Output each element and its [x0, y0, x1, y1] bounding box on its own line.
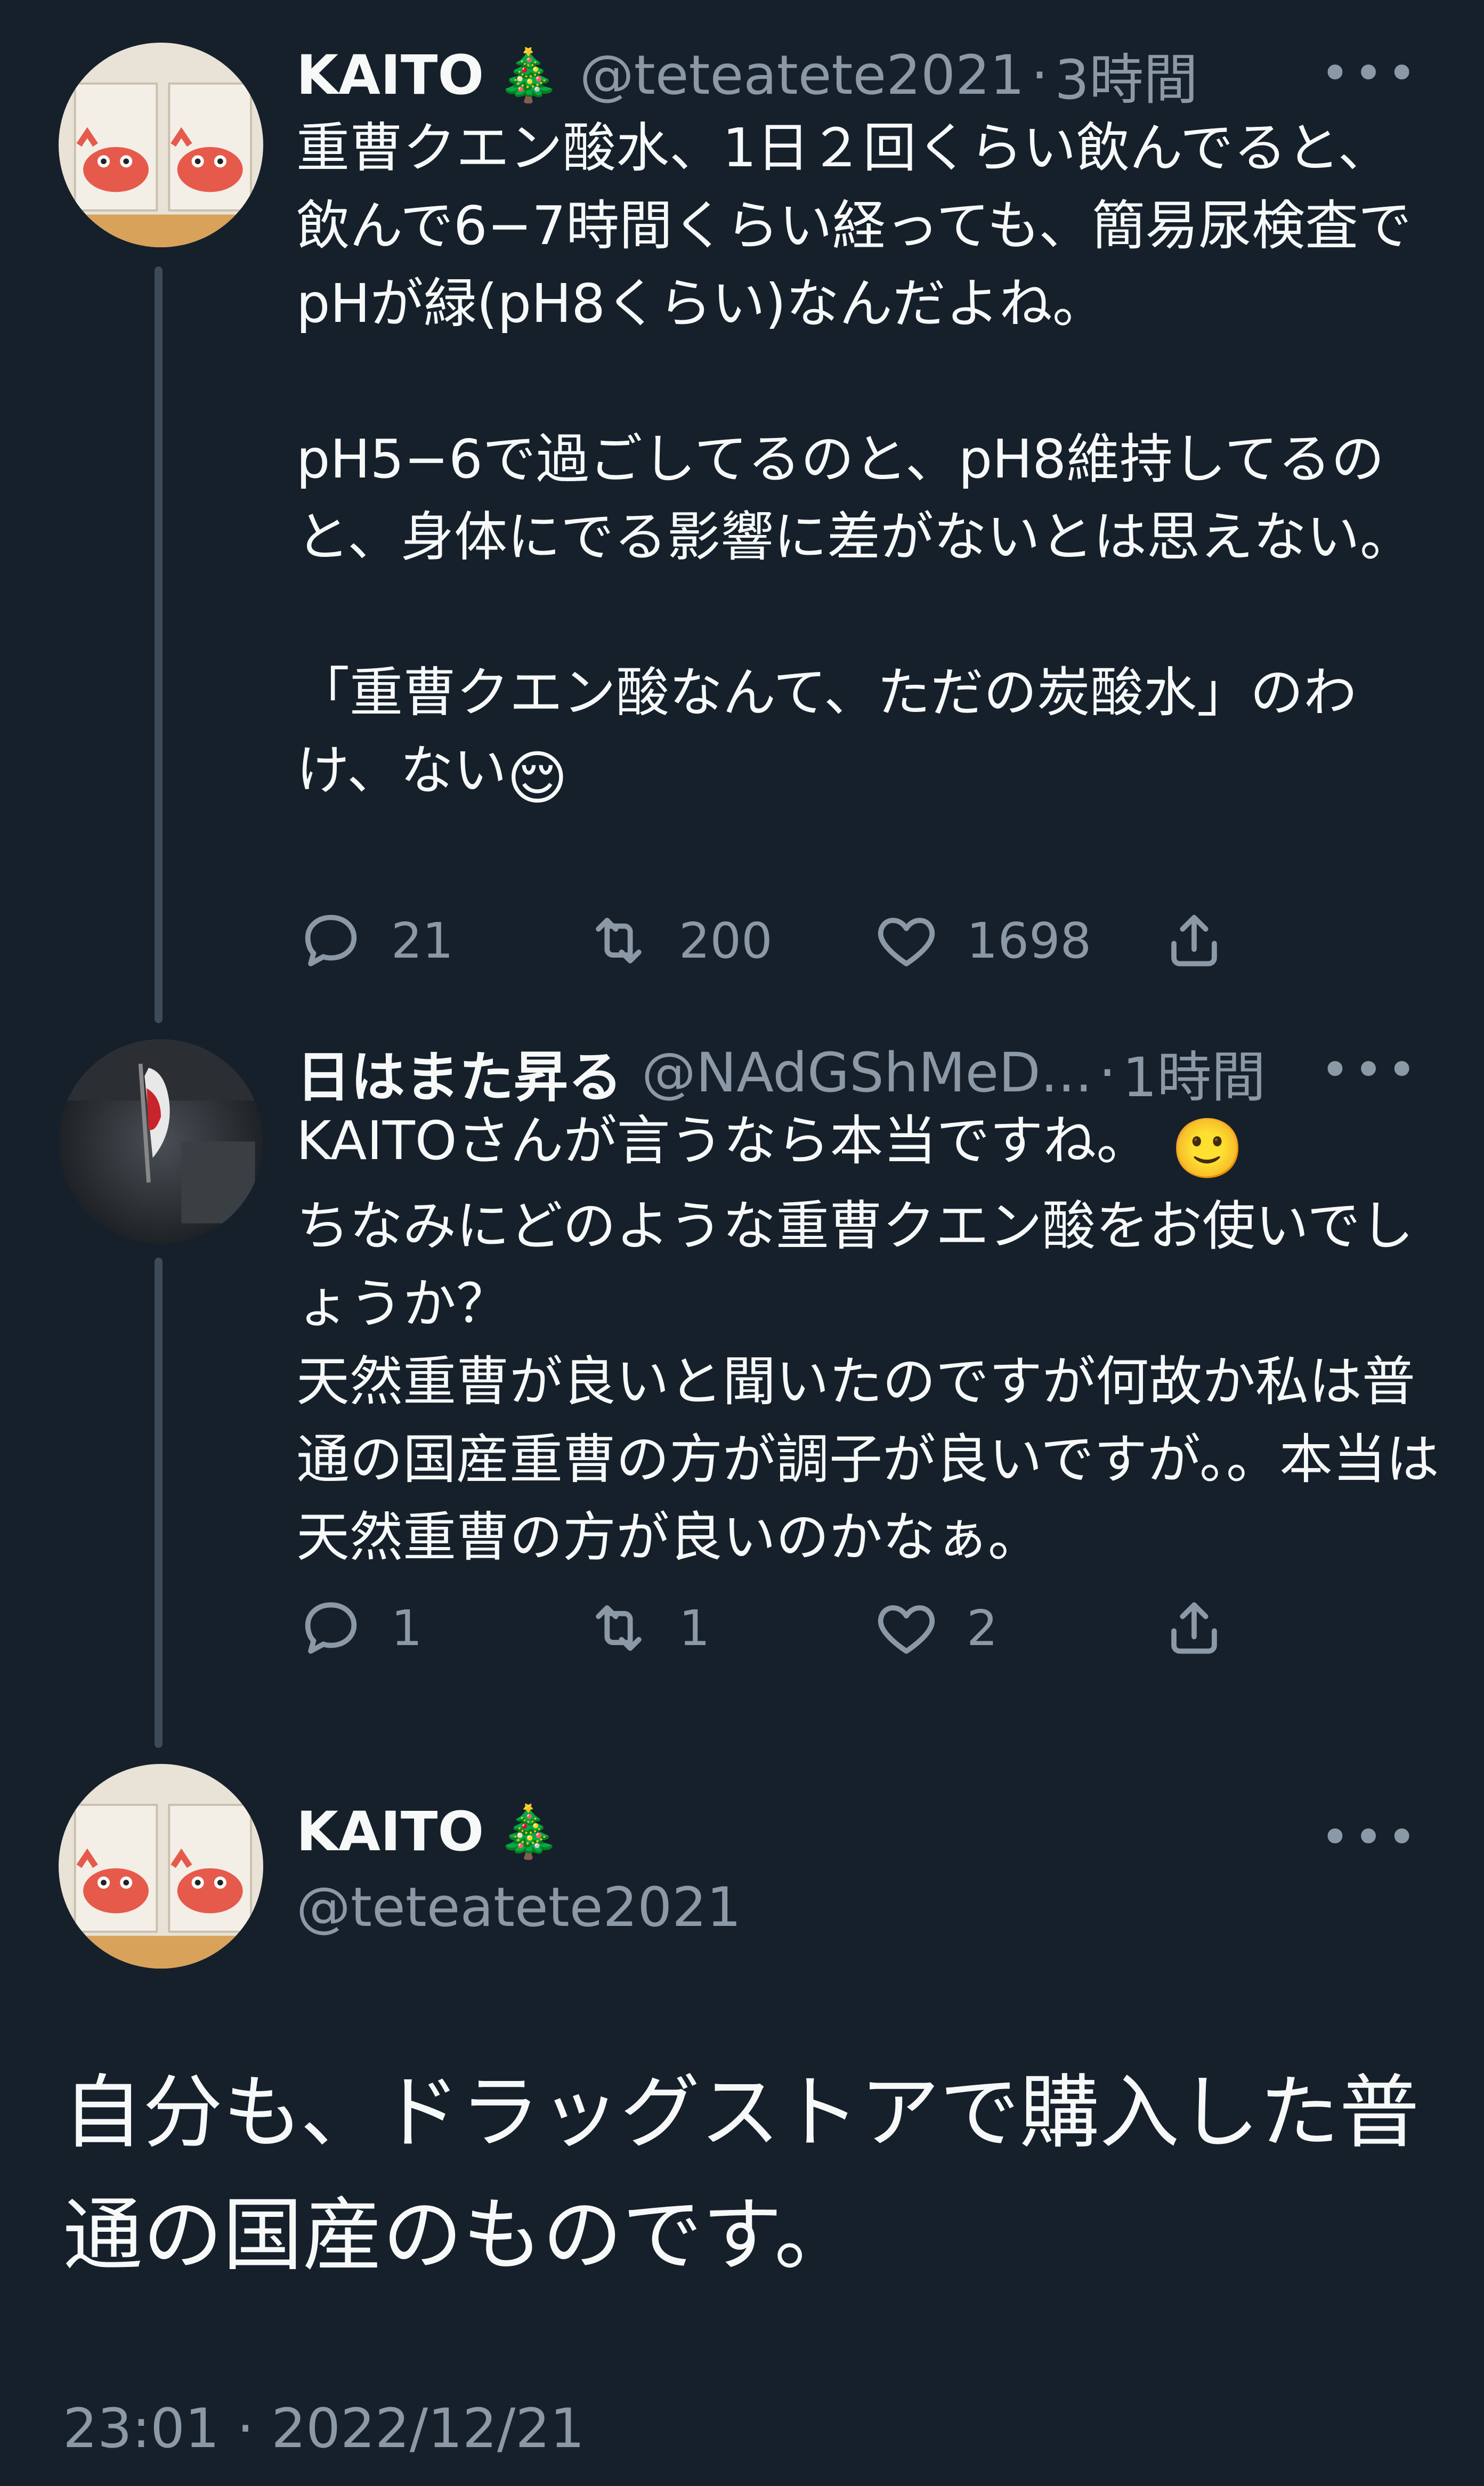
like-button[interactable]: 2 — [872, 1593, 998, 1663]
handle[interactable]: @teteatete2021 — [296, 1876, 741, 1939]
like-count: 1698 — [967, 912, 1092, 969]
avatar-kaito[interactable] — [59, 43, 263, 247]
tweet-text-content: 重曹クエン酸水、1日２回くらい飲んでると、飲んで6−7時間くらい経っても、簡易尿… — [296, 117, 1413, 801]
christmas-tree-emoji: 🎄 — [497, 45, 561, 105]
tweet-header: 日はまた昇る @NAdGShMeD... · 1時間 — [296, 1034, 1266, 1112]
reply-count: 1 — [391, 1599, 423, 1657]
more-horizontal-icon[interactable]: ••• — [1320, 1812, 1420, 1863]
heart-icon — [878, 1605, 935, 1654]
display-name[interactable]: KAITO — [296, 44, 484, 107]
like-button[interactable]: 1698 — [872, 906, 1091, 975]
tweet-text-content: KAITOさんが言うなら本当ですね。 — [296, 1110, 1150, 1172]
display-name[interactable]: 日はまた昇る — [296, 1034, 622, 1112]
retweet-button[interactable]: 1 — [584, 1593, 710, 1663]
retweet-icon — [596, 1605, 642, 1651]
thread-line — [155, 266, 163, 1023]
slightly-smiling-face-emoji: 🙂 — [1171, 1114, 1244, 1183]
display-name[interactable]: KAITO — [296, 1800, 484, 1864]
share-button[interactable] — [1159, 1593, 1229, 1663]
retweet-button[interactable]: 200 — [584, 906, 773, 975]
avatar-kaito[interactable] — [59, 1764, 263, 1969]
retweet-count: 1 — [679, 1599, 710, 1657]
main-tweet-timestamp[interactable]: 23:01 · 2022/12/21 — [63, 2397, 585, 2460]
christmas-tree-emoji: 🎄 — [497, 1802, 561, 1861]
tweet-text: KAITOさんが言うなら本当ですね。 🙂 ちなみにどのような重曹クエン酸をお使いで… — [296, 1102, 1442, 1576]
share-icon — [1171, 914, 1217, 967]
separator: · — [1099, 1041, 1116, 1105]
separator: · — [1031, 44, 1049, 107]
avatar-hi-wa-mata-noboru[interactable] — [59, 1039, 263, 1244]
tweet-text-continued: ちなみにどのような重曹クエン酸をお使いでしょうか？ 天然重曹が良いと聞いたのです… — [296, 1195, 1439, 1568]
retweet-count: 200 — [679, 912, 773, 969]
more-horizontal-icon[interactable]: ••• — [1320, 1044, 1420, 1096]
like-count: 2 — [967, 1599, 998, 1657]
reply-icon — [305, 1602, 357, 1654]
thread-line — [155, 1258, 163, 1748]
main-tweet-name-row: KAITO 🎄 — [296, 1800, 561, 1864]
tweet-header: KAITO 🎄 @teteatete2021 · 3時間 — [296, 36, 1198, 115]
timestamp[interactable]: 3時間 — [1055, 36, 1198, 115]
main-tweet-text: 自分も、ドラッグストアで購入した普通の国産のものです。 — [63, 2067, 1420, 2282]
retweet-icon — [596, 918, 642, 963]
handle[interactable]: @NAdGShMeD... — [642, 1041, 1092, 1105]
share-button[interactable] — [1159, 906, 1229, 975]
reply-count: 21 — [391, 912, 454, 969]
reply-button[interactable]: 21 — [296, 906, 453, 975]
relieved-face-emoji: 😌 — [507, 744, 568, 812]
timestamp[interactable]: 1時間 — [1122, 1034, 1266, 1112]
share-icon — [1171, 1602, 1217, 1654]
heart-icon — [878, 918, 935, 967]
tweet-text: 重曹クエン酸水、1日２回くらい飲んでると、飲んで6−7時間くらい経っても、簡易尿… — [296, 109, 1442, 817]
handle[interactable]: @teteatete2021 — [580, 44, 1025, 107]
reply-icon — [305, 914, 357, 967]
reply-button[interactable]: 1 — [296, 1593, 423, 1663]
more-horizontal-icon[interactable]: ••• — [1320, 48, 1420, 99]
